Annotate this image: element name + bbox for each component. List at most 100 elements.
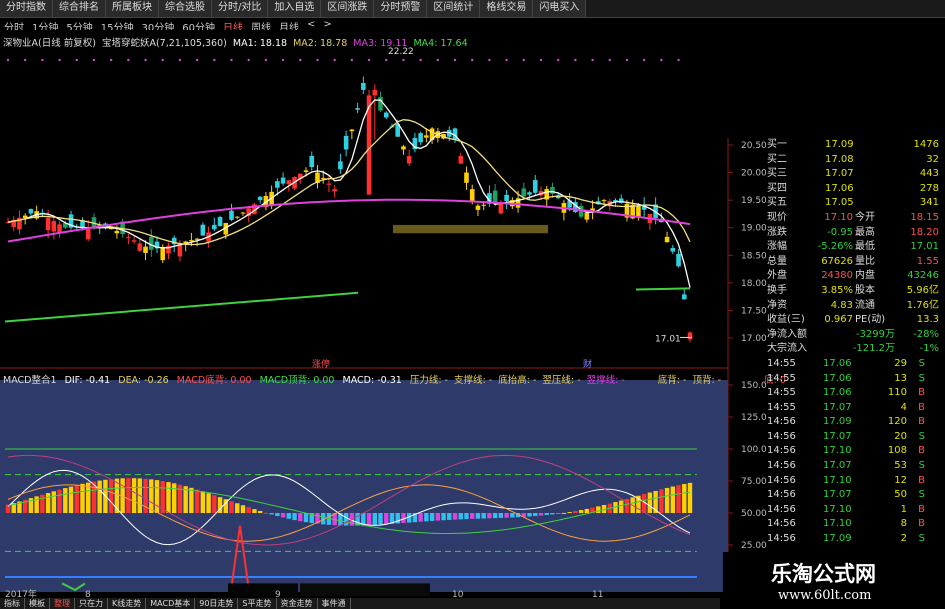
candle-body bbox=[131, 240, 137, 242]
candle-body bbox=[51, 221, 57, 232]
macd-bar bbox=[275, 513, 280, 516]
trade-volume: 2 bbox=[900, 533, 907, 545]
trade-row: 14:55 17.06 110 B bbox=[767, 386, 945, 401]
toolbar-button-6[interactable]: 区间涨跌 bbox=[321, 0, 375, 17]
bid-label: 买五 bbox=[767, 197, 787, 209]
axis-label: 19.50 bbox=[741, 196, 767, 206]
trade-time: 14:56 bbox=[767, 489, 796, 501]
bid-label: 买三 bbox=[767, 168, 787, 180]
trade-time: 14:56 bbox=[767, 518, 796, 530]
signal-dot bbox=[178, 58, 182, 62]
candle-body bbox=[143, 246, 148, 253]
toolbar-button-0[interactable]: 分时指数 bbox=[0, 0, 53, 17]
macd-bar bbox=[555, 513, 561, 514]
signal-dot bbox=[660, 58, 663, 62]
signal-dot bbox=[556, 58, 560, 62]
toolbar-button-3[interactable]: 综合选股 bbox=[159, 0, 212, 17]
trade-side: S bbox=[918, 357, 925, 369]
toolbar-button-5[interactable]: 加入自选 bbox=[268, 0, 322, 17]
trade-time: 14:56 bbox=[767, 460, 796, 472]
indicator-tab[interactable]: 指标 bbox=[0, 598, 25, 609]
stat-value2: 17.01 bbox=[910, 241, 939, 253]
stat-value2: 1.55 bbox=[916, 255, 939, 267]
overlay-block bbox=[300, 583, 430, 596]
signal-dot bbox=[436, 58, 440, 62]
indicator-tab[interactable]: 资金走势 bbox=[277, 598, 318, 609]
bid-row: 买一 17.09 1476 bbox=[767, 138, 945, 153]
macd-bar bbox=[108, 479, 114, 513]
candle-body bbox=[275, 181, 280, 188]
macd-bar bbox=[475, 513, 481, 519]
indicator-tab[interactable]: MACD基本 bbox=[146, 598, 196, 609]
dea-value: DEA: -0.26 bbox=[118, 375, 169, 386]
macd-bar bbox=[561, 512, 567, 514]
toolbar-button-9[interactable]: 格线交易 bbox=[480, 0, 534, 17]
x-axis-label: 9 bbox=[275, 590, 281, 598]
macd-bar bbox=[647, 492, 653, 513]
toolbar: 分时指数 综合排名 所属板块 综合选股 分时/对比 加入自选 区间涨跌 分时预警 区间统计 格线交… bbox=[0, 0, 945, 18]
signal-dot bbox=[522, 58, 525, 62]
macd-header: MACD整合1 DIF: -0.41 DEA: -0.26 MACD底背: 0.… bbox=[3, 372, 786, 386]
macd-bar bbox=[670, 486, 676, 513]
toolbar-button-7[interactable]: 分时预警 bbox=[374, 0, 428, 17]
indicator-tab[interactable]: 只在力 bbox=[75, 598, 108, 609]
p4-line: 翌压线: - bbox=[542, 375, 581, 386]
stat-value2: 18.20 bbox=[910, 226, 939, 238]
stat-key: 收益(三) bbox=[767, 314, 805, 326]
candle-body bbox=[406, 156, 412, 164]
bid-label: 买四 bbox=[767, 182, 787, 194]
stat-value: 24380 bbox=[821, 270, 853, 282]
candle-body bbox=[257, 196, 263, 201]
candle-body bbox=[372, 89, 378, 96]
toolbar-button-4[interactable]: 分时/对比 bbox=[212, 0, 269, 17]
bid-volume: 32 bbox=[926, 153, 939, 165]
quote-panel: 买一 17.09 1476 买二 17.08 32 买三 17.07 443 买四 17.06 278… bbox=[767, 138, 945, 547]
indicator-tab[interactable]: 整理 bbox=[50, 598, 75, 609]
stat-key: 现价 bbox=[767, 211, 787, 223]
stat-key: 涨跌 bbox=[767, 226, 787, 238]
macd-top-div: MACD顶背: 0.00 bbox=[259, 375, 335, 386]
toolbar-button-1[interactable]: 综合排名 bbox=[53, 0, 106, 17]
trade-price: 17.07 bbox=[823, 460, 852, 472]
candle-body bbox=[458, 156, 464, 164]
indicator-tab[interactable]: 模板 bbox=[25, 598, 50, 609]
top-diverge: 顶背: - bbox=[692, 375, 722, 386]
macd-bar bbox=[154, 480, 160, 513]
signal-dot bbox=[195, 58, 199, 62]
macd-bar bbox=[229, 501, 234, 513]
trade-price: 17.06 bbox=[823, 372, 852, 384]
toolbar-button-8[interactable]: 区间统计 bbox=[427, 0, 481, 17]
candle-body bbox=[492, 190, 498, 203]
macd-bar bbox=[257, 510, 263, 513]
indicator-tab[interactable]: K线走势 bbox=[108, 598, 147, 609]
stock-name: 深物业A(日线 前复权) bbox=[3, 38, 96, 49]
toolbar-button-2[interactable]: 所属板块 bbox=[106, 0, 159, 17]
trade-volume: 12 bbox=[894, 474, 907, 486]
kline-chart[interactable]: 20.50 20.00 19.50 19.00 18.50 18.00 17.50 17.00… bbox=[0, 30, 767, 598]
trade-row: 14:55 17.06 13 S bbox=[767, 372, 945, 387]
x-axis-label: 10 bbox=[452, 590, 464, 598]
signal-dot bbox=[144, 58, 147, 62]
indicator-tab[interactable]: S平走势 bbox=[238, 598, 277, 609]
ma-header: 深物业A(日线 前复权) 宝塔穿蛇妖A(7,21,105,360) MA1: 1… bbox=[3, 35, 468, 49]
macd-bar bbox=[51, 491, 57, 513]
trade-row: 14:56 17.09 120 B bbox=[767, 415, 945, 430]
trade-time: 14:55 bbox=[767, 401, 796, 413]
toolbar-button-10[interactable]: 闪电买入 bbox=[533, 0, 587, 17]
trade-row: 14:55 17.07 4 B bbox=[767, 401, 945, 416]
bid-price: 17.09 bbox=[825, 139, 854, 150]
bid-row: 买三 17.07 443 bbox=[767, 167, 945, 182]
bid-volume: 443 bbox=[919, 168, 939, 180]
macd-bar bbox=[200, 491, 206, 513]
macd-bar bbox=[378, 513, 383, 525]
candle-body bbox=[378, 97, 383, 111]
stat-key2: PE(动) bbox=[855, 314, 886, 326]
trade-side: B bbox=[918, 503, 925, 515]
candle-body bbox=[114, 230, 120, 234]
indicator-tab[interactable]: 事件通 bbox=[318, 598, 351, 609]
signal-dot bbox=[505, 58, 508, 62]
signal-dot bbox=[574, 58, 577, 62]
flow-pct: -28% bbox=[913, 328, 939, 340]
indicator-tab[interactable]: 90日走势 bbox=[195, 598, 239, 609]
macd-bar bbox=[584, 508, 590, 513]
